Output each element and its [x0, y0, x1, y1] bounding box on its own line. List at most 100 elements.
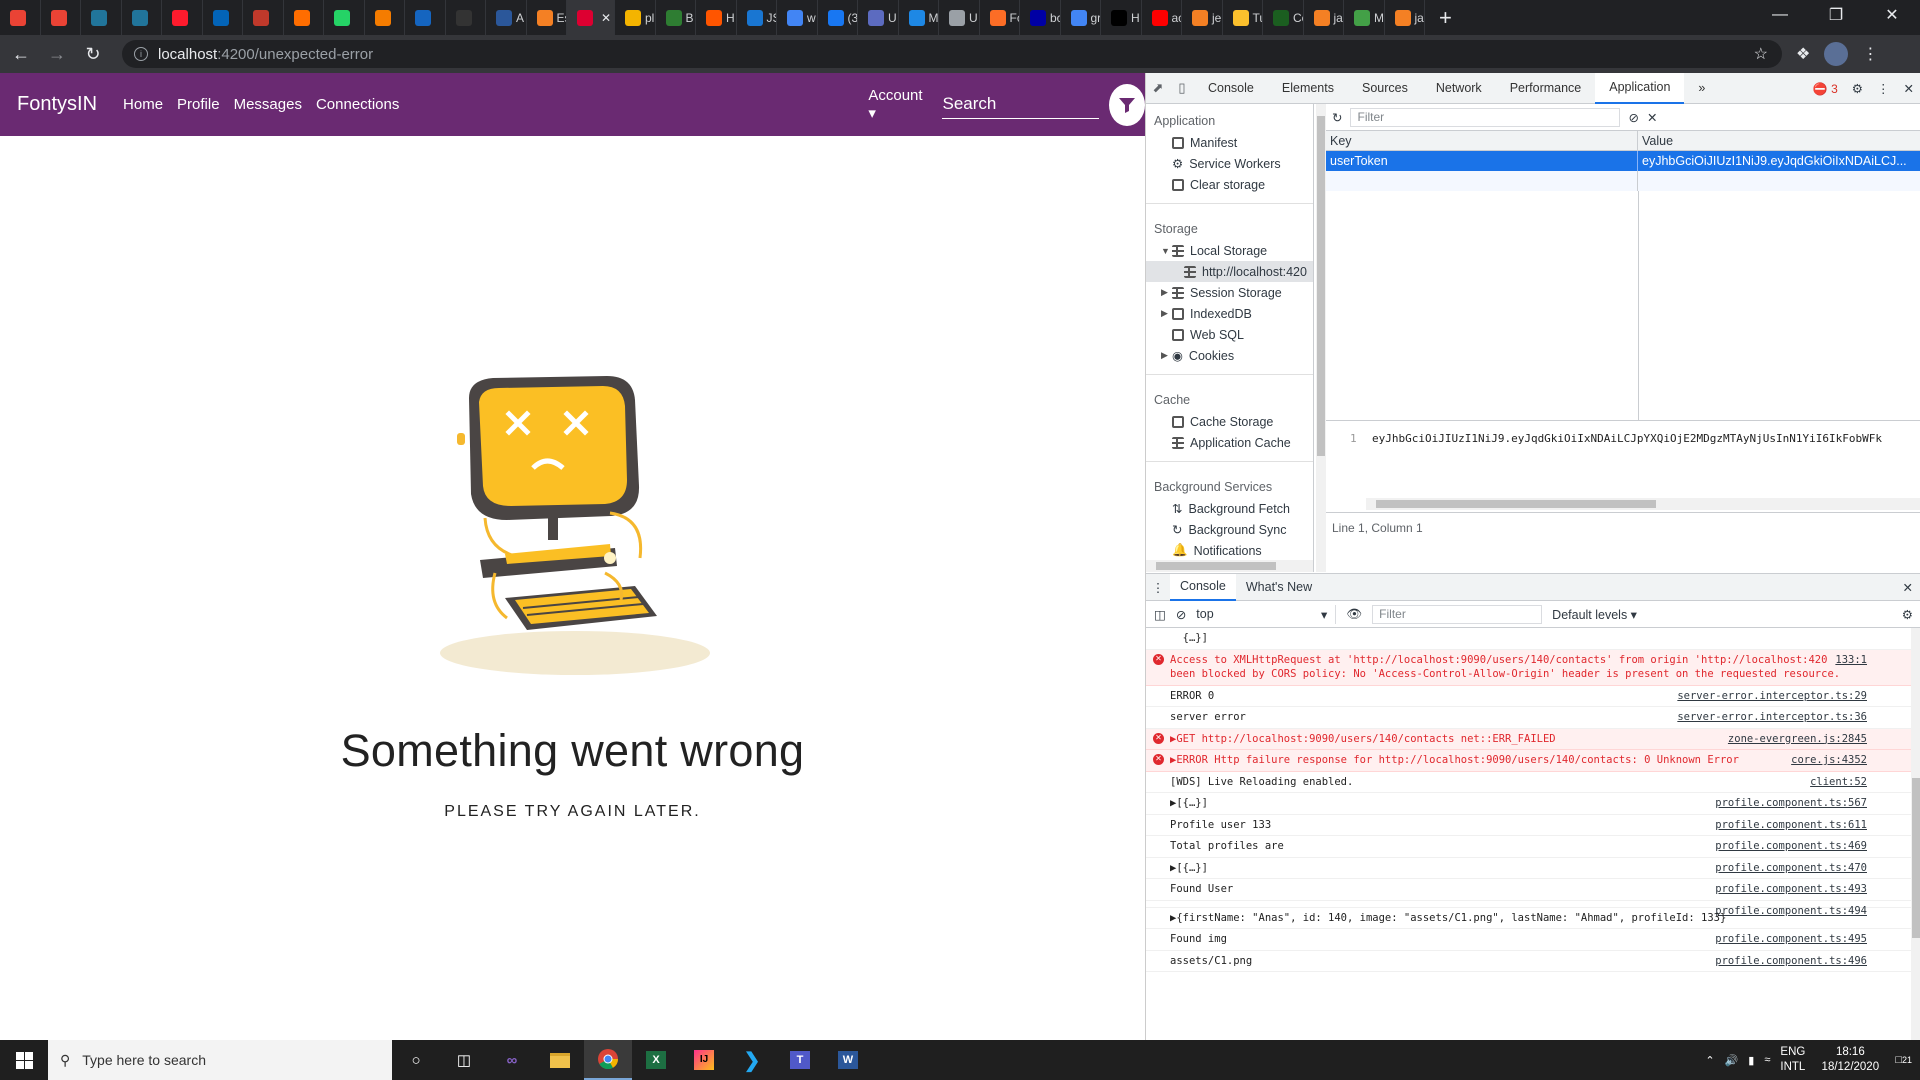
- sidebar-item-cookies[interactable]: ▶ ◉ Cookies: [1146, 345, 1313, 366]
- sidebar-toggle-icon[interactable]: ◫: [1154, 607, 1166, 622]
- settings-gear-icon[interactable]: ⚙: [1852, 81, 1863, 96]
- column-key[interactable]: Key: [1326, 131, 1638, 150]
- cortana-icon[interactable]: ○: [392, 1040, 440, 1080]
- browser-tab[interactable]: H: [1101, 0, 1142, 35]
- sidebar-item-background-fetch[interactable]: ⇅ Background Fetch: [1146, 498, 1313, 519]
- browser-tab[interactable]: w: [777, 0, 818, 35]
- console-log-message[interactable]: ▶{firstName: "Anas", id: 140, image: "as…: [1146, 908, 1911, 929]
- clear-console-icon[interactable]: ⊘: [1176, 607, 1186, 622]
- sidebar-item-localhost-origin[interactable]: http://localhost:420: [1146, 261, 1313, 282]
- browser-tab[interactable]: gr: [1061, 0, 1101, 35]
- visual-studio-icon[interactable]: ∞: [488, 1040, 536, 1080]
- browser-tab[interactable]: bc: [1020, 0, 1061, 35]
- source-link[interactable]: zone-evergreen.js:2845: [1719, 731, 1867, 746]
- language-indicator[interactable]: ENG INTL: [1780, 1045, 1805, 1075]
- vscode-icon[interactable]: ❯: [728, 1040, 776, 1080]
- browser-tab[interactable]: H: [696, 0, 737, 35]
- column-value[interactable]: Value: [1638, 131, 1673, 150]
- log-levels-dropdown[interactable]: Default levels ▾: [1552, 607, 1637, 622]
- browser-tab[interactable]: [324, 0, 365, 35]
- teams-icon[interactable]: T: [776, 1040, 824, 1080]
- console-log-message[interactable]: Found User profile.component.ts:493: [1146, 879, 1911, 901]
- restore-button[interactable]: ❐: [1808, 0, 1864, 30]
- file-explorer-icon[interactable]: [536, 1040, 584, 1080]
- scrollbar-thumb[interactable]: [1317, 116, 1325, 456]
- console-error-message[interactable]: ✕ ▶ERROR Http failure response for http:/…: [1146, 750, 1911, 772]
- bookmark-star-icon[interactable]: ☆: [1754, 44, 1768, 64]
- extensions-icon[interactable]: ❖: [1796, 44, 1810, 64]
- volume-icon[interactable]: 🔊: [1725, 1054, 1739, 1067]
- nav-home[interactable]: Home: [123, 96, 163, 113]
- browser-tab[interactable]: [81, 0, 122, 35]
- start-button[interactable]: [0, 1040, 48, 1080]
- browser-tab[interactable]: [203, 0, 243, 35]
- browser-tab[interactable]: ac: [1142, 0, 1182, 35]
- browser-tab[interactable]: ✕: [567, 0, 615, 35]
- devtools-menu-icon[interactable]: ⋮: [1877, 81, 1890, 96]
- console-log-message[interactable]: {…}]: [1146, 628, 1911, 650]
- table-row[interactable]: userToken eyJhbGciOiJIUzI1NiJ9.eyJqdGkiO…: [1326, 151, 1920, 171]
- sidebar-item-local-storage[interactable]: ▼ Local Storage: [1146, 240, 1313, 261]
- console-log-message[interactable]: profile.component.ts:494: [1146, 901, 1911, 917]
- app-brand[interactable]: FontysIN: [17, 93, 97, 116]
- browser-tab[interactable]: [243, 0, 284, 35]
- error-count-badge[interactable]: ⛔ 3: [1813, 82, 1838, 96]
- back-button[interactable]: ←: [6, 44, 36, 65]
- browser-tab[interactable]: U: [858, 0, 899, 35]
- console-error-message[interactable]: ✕ Access to XMLHttpRequest at 'http://loc…: [1146, 649, 1911, 686]
- browser-tab[interactable]: je: [1182, 0, 1223, 35]
- task-view-icon[interactable]: ◫: [440, 1040, 488, 1080]
- console-log-message[interactable]: ERROR 0 server-error.interceptor.ts:29: [1146, 686, 1911, 707]
- browser-tab[interactable]: M: [899, 0, 939, 35]
- console-log-message[interactable]: server error server-error.interceptor.ts:…: [1146, 707, 1911, 729]
- drawer-menu-icon[interactable]: ⋮: [1146, 580, 1170, 595]
- source-link[interactable]: server-error.interceptor.ts:36: [1669, 710, 1867, 725]
- close-devtools-icon[interactable]: ✕: [1904, 81, 1914, 96]
- clock[interactable]: 18:16 18/12/2020: [1815, 1045, 1885, 1075]
- preview-scrollbar[interactable]: [1366, 498, 1920, 510]
- sidebar-item-clear-storage[interactable]: Clear storage: [1146, 174, 1313, 195]
- scrollbar-thumb[interactable]: [1912, 778, 1920, 938]
- tab-network[interactable]: Network: [1422, 73, 1496, 104]
- browser-tab[interactable]: [446, 0, 486, 35]
- console-log-message[interactable]: ▶[{…}] profile.component.ts:470: [1146, 858, 1911, 879]
- sidebar-item-indexeddb[interactable]: ▶ IndexedDB: [1146, 303, 1313, 324]
- close-drawer-icon[interactable]: ✕: [1903, 580, 1913, 595]
- collapsed-triangle-icon[interactable]: ▶: [1161, 350, 1168, 361]
- new-tab-button[interactable]: +: [1439, 5, 1452, 31]
- browser-tab[interactable]: [41, 0, 81, 35]
- console-log-message[interactable]: Found img profile.component.ts:495: [1146, 929, 1911, 951]
- browser-tab[interactable]: [365, 0, 405, 35]
- browser-menu-icon[interactable]: ⋮: [1862, 44, 1878, 64]
- delete-selected-icon[interactable]: ✕: [1647, 110, 1657, 125]
- filter-button[interactable]: [1109, 83, 1145, 126]
- expanded-triangle-icon[interactable]: ▼: [1161, 246, 1170, 256]
- nav-messages[interactable]: Messages: [234, 96, 302, 113]
- sidebar-vertical-scrollbar[interactable]: [1316, 104, 1326, 572]
- collapsed-triangle-icon[interactable]: ▶: [1161, 308, 1168, 319]
- console-filter-input[interactable]: Filter: [1372, 604, 1543, 624]
- sidebar-item-background-sync[interactable]: ↻ Background Sync: [1146, 519, 1313, 540]
- close-tab-icon[interactable]: ✕: [601, 11, 611, 25]
- source-link[interactable]: core.js:4352: [1783, 753, 1867, 768]
- browser-tab[interactable]: [0, 0, 41, 35]
- console-scrollbar[interactable]: [1911, 628, 1920, 1042]
- browser-tab[interactable]: U: [939, 0, 980, 35]
- source-link[interactable]: profile.component.ts:496: [1707, 954, 1867, 969]
- collapsed-triangle-icon[interactable]: ▶: [1161, 287, 1168, 298]
- sidebar-item-application-cache[interactable]: Application Cache: [1146, 432, 1313, 453]
- reload-button[interactable]: ↻: [78, 44, 108, 65]
- tab-application[interactable]: Application: [1595, 72, 1685, 104]
- console-error-message[interactable]: ✕ ▶GET http://localhost:9090/users/140/co…: [1146, 728, 1911, 750]
- word-icon[interactable]: W: [824, 1040, 872, 1080]
- source-link[interactable]: profile.component.ts:495: [1707, 932, 1867, 947]
- chrome-icon[interactable]: [584, 1040, 632, 1080]
- browser-tab[interactable]: ja: [1304, 0, 1344, 35]
- browser-tab[interactable]: Fc: [980, 0, 1020, 35]
- sidebar-item-cache-storage[interactable]: Cache Storage: [1146, 411, 1313, 432]
- excel-icon[interactable]: X: [632, 1040, 680, 1080]
- console-settings-icon[interactable]: ⚙: [1902, 607, 1913, 622]
- browser-tab[interactable]: [122, 0, 162, 35]
- sidebar-item-session-storage[interactable]: ▶ Session Storage: [1146, 282, 1313, 303]
- browser-tab[interactable]: [162, 0, 203, 35]
